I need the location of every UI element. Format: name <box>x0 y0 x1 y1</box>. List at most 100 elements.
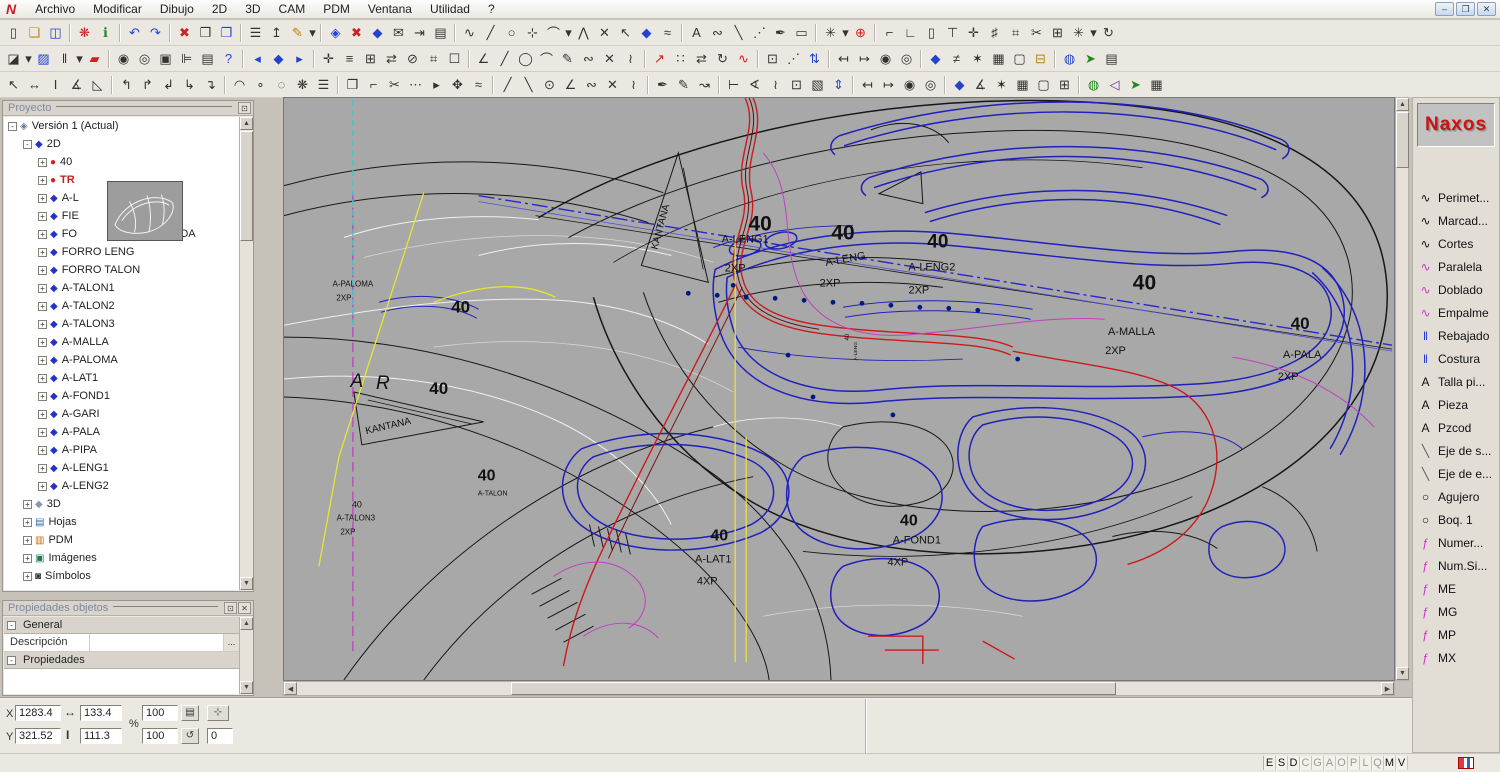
width-measure-icon[interactable]: ↔ <box>24 75 45 95</box>
expand-box[interactable]: + <box>38 355 47 365</box>
add-piece-icon[interactable]: ◈ <box>325 23 346 43</box>
dots-icon[interactable]: ⋰ <box>749 23 770 43</box>
pen-smooth-icon[interactable]: ≀ <box>623 75 644 95</box>
screen-mode-icon[interactable]: ▢ <box>1033 75 1054 95</box>
monitor-icon[interactable]: ▢ <box>1009 49 1030 69</box>
save-icon[interactable]: ◫ <box>45 23 66 43</box>
tree-item-forro-talon[interactable]: + ◆ FORRO TALON <box>4 261 239 279</box>
scroll-right-icon[interactable]: ▶ <box>1381 682 1394 695</box>
piece-diamond-icon[interactable]: ◆ <box>636 23 657 43</box>
pen-line-a-icon[interactable]: ╱ <box>497 75 518 95</box>
grading-point[interactable] <box>917 304 923 310</box>
tool-numer[interactable]: ƒ Numer... <box>1415 531 1499 554</box>
expand-box[interactable]: + <box>38 409 47 419</box>
minimize-button[interactable]: – <box>1435 2 1454 16</box>
scroll-thumb[interactable] <box>1396 112 1409 168</box>
expand-box[interactable]: + <box>38 445 47 455</box>
curve-icon[interactable]: ∿ <box>459 23 480 43</box>
grading-point[interactable] <box>888 302 894 308</box>
mode-button-m[interactable]: M <box>1384 756 1396 770</box>
menu-3d[interactable]: 3D <box>236 0 269 18</box>
pen-icon[interactable]: ✒ <box>770 23 791 43</box>
mail-icon[interactable]: ✉ <box>388 23 409 43</box>
expand-box[interactable]: + <box>38 301 47 311</box>
tree-item-3d[interactable]: + ◆ 3D <box>4 495 239 513</box>
overlap-box-icon[interactable]: ⊡ <box>786 75 807 95</box>
skip-end-icon[interactable]: ⇥ <box>409 23 430 43</box>
menu-dibujo[interactable]: Dibujo <box>151 0 203 18</box>
tree-item-forro-leng[interactable]: + ◆ FORRO LENG <box>4 243 239 261</box>
corner-right-icon[interactable]: ∟ <box>900 23 921 43</box>
angle-open-icon[interactable]: ∢ <box>744 75 765 95</box>
mesh-icon[interactable]: ⊞ <box>1047 23 1068 43</box>
y-coordinate-input[interactable]: 321.52 <box>15 728 61 744</box>
tool-paralela[interactable]: ∿ Paralela <box>1415 255 1499 278</box>
canvas-vertical-scrollbar[interactable]: ▲ ▼ <box>1395 97 1409 681</box>
tool-costura[interactable]: ‖ Costura <box>1415 347 1499 370</box>
align-icon[interactable]: ≡ <box>339 49 360 69</box>
tool-perimet[interactable]: ∿ Perimet... <box>1415 186 1499 209</box>
grid-panel-icon[interactable]: ▤ <box>1101 49 1122 69</box>
hash-single-icon[interactable]: ♯ <box>984 23 1005 43</box>
pencil2-icon[interactable]: ✎ <box>673 75 694 95</box>
zoom-out-icon[interactable]: ◎ <box>134 49 155 69</box>
menu-modificar[interactable]: Modificar <box>84 0 151 18</box>
collapse-box[interactable]: - <box>7 655 16 665</box>
rotate-icon[interactable]: ↻ <box>712 49 733 69</box>
expand-box[interactable]: + <box>38 337 47 347</box>
expand-box[interactable]: + <box>38 463 47 473</box>
expand-box[interactable]: + <box>38 373 47 383</box>
archive-icon[interactable]: ⊟ <box>1030 49 1051 69</box>
pin-dropdown-icon[interactable]: ▾ <box>75 49 84 69</box>
ellipsis-button[interactable]: ... <box>223 634 239 651</box>
angle-measure-icon[interactable]: ∡ <box>66 75 87 95</box>
scroll-thumb[interactable] <box>511 682 1116 695</box>
not-equal-icon[interactable]: ≠ <box>946 49 967 69</box>
grading-point[interactable] <box>785 352 791 358</box>
globe-icon[interactable]: ◍ <box>1059 49 1080 69</box>
grid-snap-icon[interactable]: ⊹ <box>207 705 229 721</box>
arc-dropdown-icon[interactable]: ▾ <box>564 23 573 43</box>
text-icon[interactable]: A <box>686 23 707 43</box>
copy-icon[interactable]: ❐ <box>195 23 216 43</box>
spline-tool-icon[interactable]: ∾ <box>578 49 599 69</box>
tree-item-a-leng2[interactable]: + ◆ A-LENG2 <box>4 477 239 495</box>
grid-icon[interactable]: ⌗ <box>423 49 444 69</box>
sort-vertical-icon[interactable]: ⇕ <box>828 75 849 95</box>
expand-box[interactable]: + <box>23 553 32 563</box>
line-tool-icon[interactable]: ╱ <box>494 49 515 69</box>
add-cross-icon[interactable]: ✛ <box>963 23 984 43</box>
frame-mode-icon[interactable]: ▦ <box>1012 75 1033 95</box>
star-icon[interactable]: ✳ <box>1068 23 1089 43</box>
pen2-icon[interactable]: ✒ <box>652 75 673 95</box>
expand-box[interactable]: + <box>38 211 47 221</box>
undo-icon[interactable]: ↶ <box>124 23 145 43</box>
send2-icon[interactable]: ➤ <box>1125 75 1146 95</box>
drawing-canvas[interactable]: 40 40 40 A-LENG1 2XP A-LENG 2XP A-LENG2 2XP A-PAL… <box>283 97 1395 681</box>
tree-item-a-paloma[interactable]: + ◆ A-PALOMA <box>4 351 239 369</box>
wave-icon[interactable]: ≈ <box>657 23 678 43</box>
pencil-icon[interactable]: ✎ <box>287 23 308 43</box>
circle-icon[interactable]: ○ <box>501 23 522 43</box>
arc-ne-icon[interactable]: ↰ <box>116 75 137 95</box>
panel-pin-icon[interactable]: ⊡ <box>224 602 237 614</box>
tool-marcad[interactable]: ∿ Marcad... <box>1415 209 1499 232</box>
arc-down-icon[interactable]: ↴ <box>200 75 221 95</box>
properties-section-propiedades[interactable]: - Propiedades <box>4 652 239 669</box>
select-arrow-icon[interactable]: ↖ <box>615 23 636 43</box>
open-folder-icon[interactable]: ❏ <box>24 23 45 43</box>
move-all-icon[interactable]: ✥ <box>447 75 468 95</box>
close-button[interactable]: ✕ <box>1477 2 1496 16</box>
tree-item-a-gari[interactable]: + ◆ A-GARI <box>4 405 239 423</box>
expand-box[interactable]: + <box>23 535 32 545</box>
mode-button-e[interactable]: E <box>1264 756 1276 770</box>
grading-point[interactable] <box>685 290 691 296</box>
maximize-button[interactable]: ❐ <box>1456 2 1475 16</box>
project-tree-scrollbar[interactable]: ▲ ▼ <box>239 117 253 590</box>
tool-pieza[interactable]: A Pieza <box>1415 393 1499 416</box>
tool-talla-pi[interactable]: A Talla pi... <box>1415 370 1499 393</box>
pick-a-icon[interactable]: ↤ <box>857 75 878 95</box>
property-value-input[interactable] <box>90 634 223 651</box>
ellipse-icon[interactable]: ◠ <box>229 75 250 95</box>
pencil-tool-icon[interactable]: ✎ <box>557 49 578 69</box>
